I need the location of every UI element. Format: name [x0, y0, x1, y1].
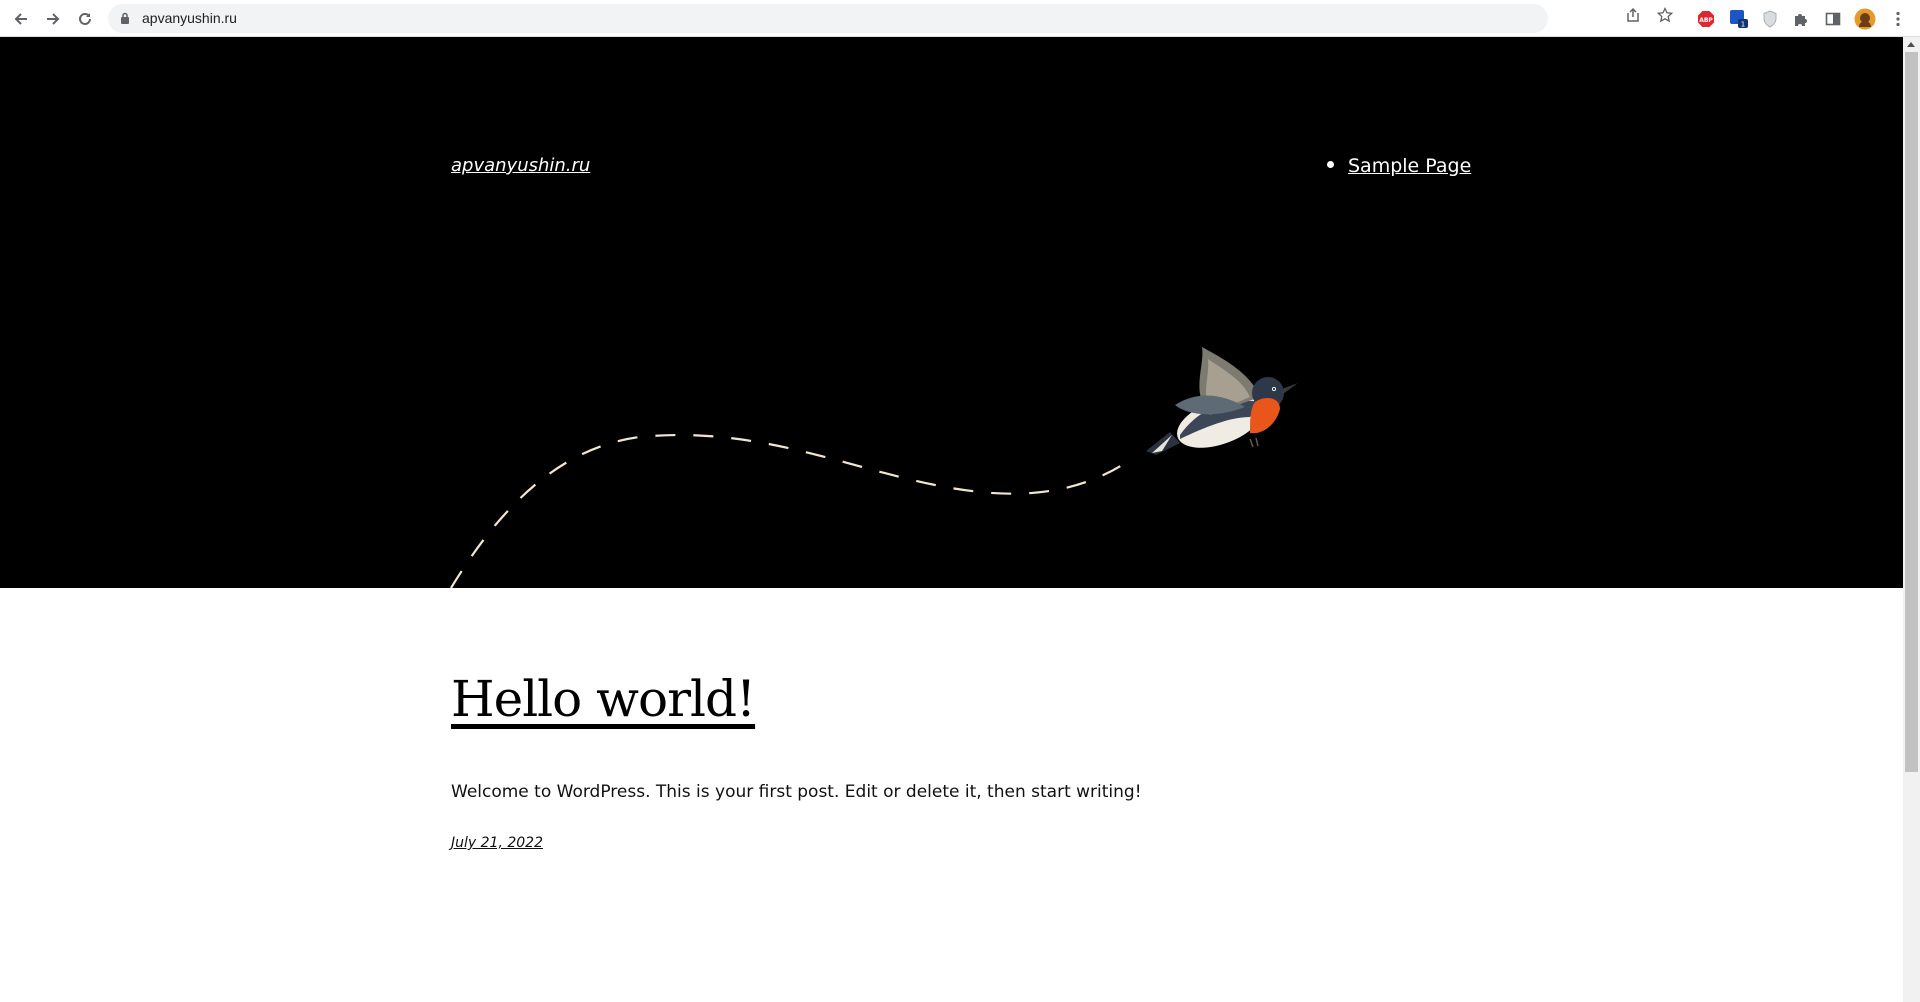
browser-toolbar: apvanyushin.ru ABP 1 [0, 0, 1920, 37]
profile-avatar[interactable] [1854, 8, 1876, 30]
post-date-link[interactable]: July 21, 2022 [451, 835, 543, 851]
header-illustration [450, 347, 1298, 588]
arrow-left-icon [14, 13, 27, 25]
shield-extension-button[interactable] [1759, 8, 1781, 30]
back-button[interactable] [8, 6, 34, 32]
puzzle-icon [1795, 14, 1807, 26]
bird-illustration [1146, 347, 1298, 455]
reload-button[interactable] [72, 6, 98, 32]
kebab-menu-icon [1896, 11, 1900, 27]
shield-icon [1763, 10, 1777, 28]
lock-icon [121, 12, 129, 24]
tab-counter-extension-button[interactable]: 1 [1728, 8, 1750, 30]
post-title-link[interactable]: Hello world! [451, 670, 756, 728]
avatar [1854, 8, 1876, 30]
scroll-up-arrow-icon[interactable] [1907, 42, 1915, 47]
url-text[interactable]: apvanyushin.ru [142, 10, 237, 26]
svg-text:1: 1 [1741, 21, 1745, 29]
share-icon[interactable] [1623, 6, 1643, 24]
arrow-right-icon [47, 13, 60, 25]
page-scrollbar[interactable] [1903, 37, 1920, 1002]
svg-text:ABP: ABP [1699, 17, 1713, 24]
extensions-button[interactable] [1790, 8, 1812, 30]
tab-counter-icon: 1 [1730, 10, 1748, 29]
scrollbar-thumb[interactable] [1905, 52, 1918, 772]
site-header: apvanyushin.ru Sample Page [0, 37, 1903, 588]
side-panel-icon [1825, 12, 1841, 26]
flight-path-dashed-line [450, 433, 1131, 588]
post-excerpt: Welcome to WordPress. This is your first… [451, 782, 1142, 802]
adblock-extension-button[interactable]: ABP [1695, 8, 1717, 30]
adblock-icon: ABP [1698, 11, 1714, 27]
address-bar[interactable]: apvanyushin.ru [108, 4, 1548, 33]
side-panel-button[interactable] [1822, 8, 1844, 30]
page-viewport: apvanyushin.ru Sample Page Hello world! … [0, 37, 1903, 1002]
reload-icon [79, 12, 91, 25]
forward-button[interactable] [40, 6, 66, 32]
bookmark-star-icon[interactable] [1655, 6, 1675, 24]
browser-menu-button[interactable] [1887, 8, 1909, 30]
